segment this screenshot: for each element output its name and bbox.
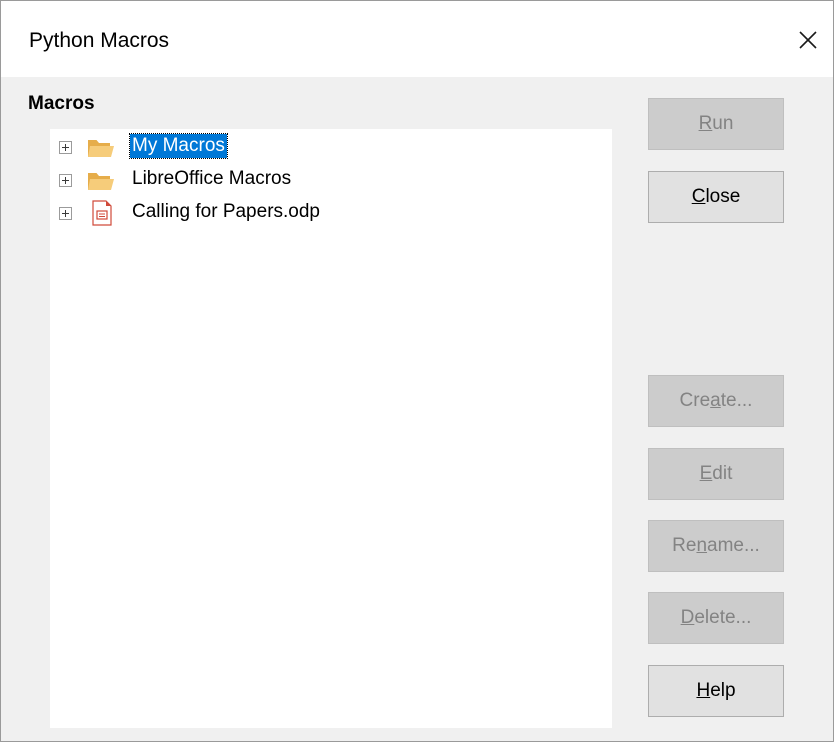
rename-button-label: Re: [672, 535, 697, 556]
expand-toggle[interactable]: [59, 207, 72, 220]
delete-button-label-rest: elete...: [694, 607, 752, 628]
tree-node-label[interactable]: LibreOffice Macros: [130, 167, 293, 191]
impress-document-icon: [92, 200, 112, 226]
create-button-label: Cre: [679, 390, 711, 411]
rename-button-mnemonic: n: [696, 535, 708, 556]
close-button-mnemonic: C: [691, 186, 706, 207]
create-button[interactable]: Create...: [648, 375, 784, 427]
folder-icon: [88, 140, 114, 157]
run-button-mnemonic: R: [698, 113, 713, 134]
edit-button-label-rest: dit: [712, 463, 733, 484]
close-icon: [799, 31, 817, 49]
delete-button-mnemonic: D: [680, 607, 695, 628]
rename-button[interactable]: Rename...: [648, 520, 784, 572]
expand-toggle[interactable]: [59, 141, 72, 154]
create-button-mnemonic: a: [710, 390, 721, 411]
tree-node-calling-for-papers[interactable]: Calling for Papers.odp: [50, 198, 610, 228]
macros-group-label: Macros: [28, 93, 95, 114]
expand-toggle[interactable]: [59, 174, 72, 187]
macro-library-tree[interactable]: My Macros LibreOffice Macros Calling for…: [50, 129, 612, 728]
dialog-title: Python Macros: [29, 29, 170, 52]
delete-button[interactable]: Delete...: [648, 592, 784, 644]
rename-button-label-rest: ame...: [707, 535, 760, 556]
close-window-button[interactable]: [791, 23, 825, 57]
tree-node-label[interactable]: Calling for Papers.odp: [130, 200, 322, 224]
edit-button[interactable]: Edit: [648, 448, 784, 500]
close-button-label-rest: lose: [705, 186, 741, 207]
help-button-label-rest: elp: [710, 680, 736, 701]
edit-button-mnemonic: E: [699, 463, 713, 484]
create-button-label-rest: te...: [720, 390, 753, 411]
tree-node-my-macros[interactable]: My Macros: [50, 132, 610, 162]
title-bar: Python Macros: [1, 1, 833, 77]
run-button[interactable]: Run: [648, 98, 784, 150]
help-button[interactable]: Help: [648, 665, 784, 717]
tree-node-label[interactable]: My Macros: [129, 133, 228, 159]
folder-icon: [88, 173, 114, 190]
run-button-label-rest: un: [712, 113, 734, 134]
close-button[interactable]: Close: [648, 171, 784, 223]
python-macros-dialog: Python Macros Macros My Macros LibreOffi…: [0, 0, 834, 742]
help-button-mnemonic: H: [696, 680, 711, 701]
tree-node-libreoffice-macros[interactable]: LibreOffice Macros: [50, 165, 610, 195]
